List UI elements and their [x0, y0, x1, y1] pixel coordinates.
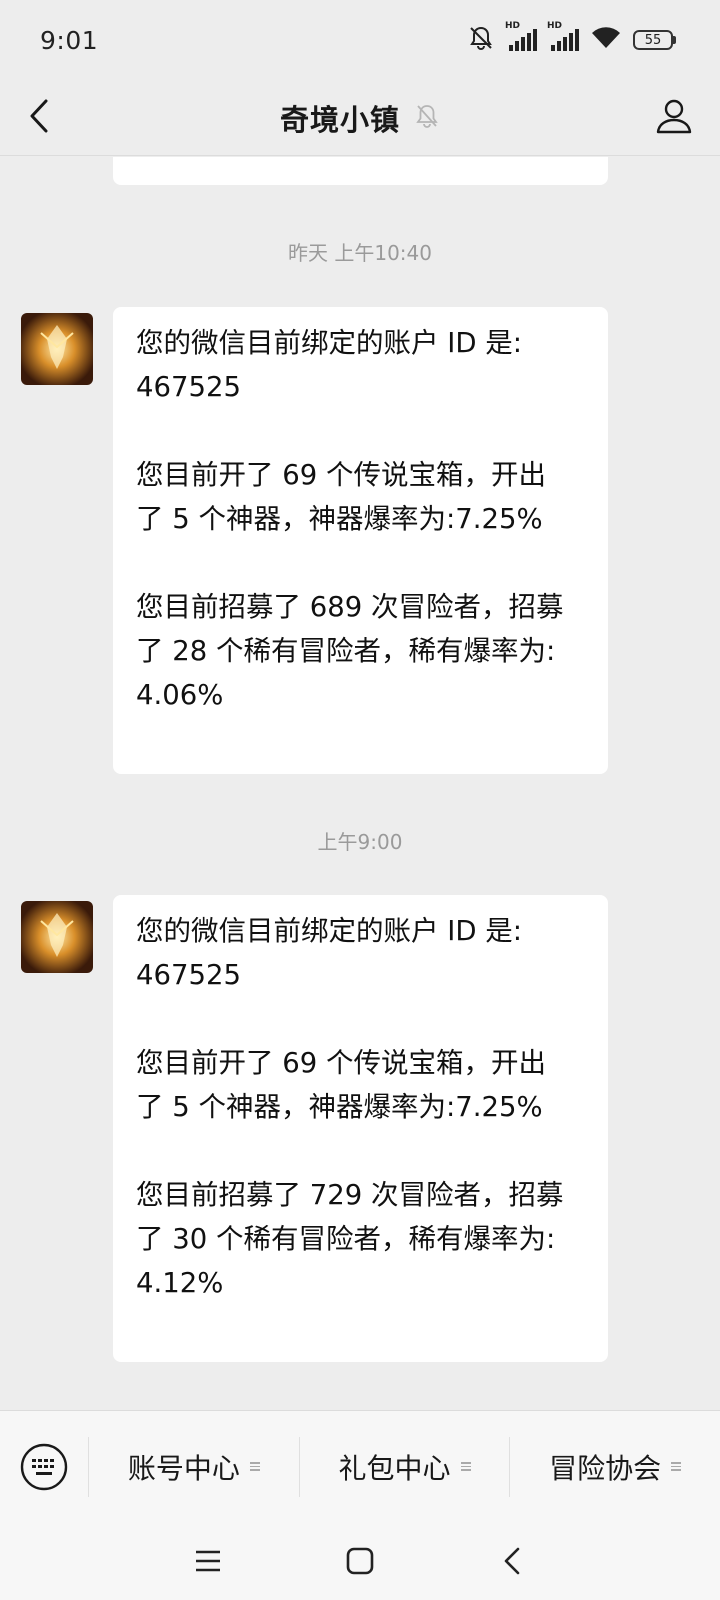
- avatar[interactable]: [21, 313, 93, 385]
- menu-label: 礼包中心: [338, 1451, 451, 1485]
- menu-label: 冒险协会: [549, 1451, 662, 1485]
- official-account-menu: 账号中心 礼包中心 冒险协会: [0, 1410, 720, 1522]
- signal-icon: HD: [505, 21, 537, 51]
- message-list[interactable]: 昨天 上午10:40 您的微信目前绑定的账户 ID 是: 467525 您目前开…: [0, 157, 720, 1410]
- status-icons: HD HD 55: [467, 21, 676, 56]
- system-navigation-bar: [0, 1522, 720, 1600]
- battery-level: 55: [633, 30, 673, 50]
- hd-label: HD: [547, 21, 563, 31]
- chevron-left-icon[interactable]: [26, 98, 52, 138]
- avatar[interactable]: [21, 901, 93, 973]
- keyboard-icon[interactable]: [0, 1411, 88, 1523]
- submenu-icon: [249, 1462, 260, 1471]
- person-icon[interactable]: [654, 96, 694, 140]
- message-bubble[interactable]: 您的微信目前绑定的账户 ID 是: 467525 您目前开了 69 个传说宝箱，…: [113, 307, 608, 774]
- signal-icon: HD: [547, 21, 579, 51]
- menu-adventure-guild[interactable]: 冒险协会: [509, 1436, 720, 1497]
- battery-icon: 55: [633, 30, 676, 50]
- menu-label: 账号中心: [127, 1451, 240, 1485]
- menu-icon[interactable]: [132, 1536, 284, 1586]
- message-bubble-previous: [113, 157, 608, 185]
- menu-account-center[interactable]: 账号中心: [88, 1436, 299, 1497]
- message-timestamp: 上午9:00: [317, 830, 403, 854]
- submenu-icon: [671, 1462, 682, 1471]
- wifi-icon: [591, 26, 621, 54]
- status-time: 9:01: [40, 25, 99, 55]
- submenu-icon: [460, 1462, 471, 1471]
- bell-off-icon: [414, 103, 440, 133]
- status-bar: 9:01 HD HD 55: [0, 0, 720, 80]
- mute-icon: [467, 24, 495, 56]
- message-bubble[interactable]: 您的微信目前绑定的账户 ID 是: 467525 您目前开了 69 个传说宝箱，…: [113, 895, 608, 1362]
- title-group: 奇境小镇: [280, 97, 440, 139]
- hd-label: HD: [505, 21, 521, 31]
- chat-header: 奇境小镇: [0, 80, 720, 156]
- back-icon[interactable]: [436, 1536, 588, 1586]
- home-icon[interactable]: [284, 1536, 436, 1586]
- message-timestamp: 昨天 上午10:40: [288, 241, 432, 265]
- page-title: 奇境小镇: [279, 102, 401, 137]
- menu-gift-center[interactable]: 礼包中心: [298, 1436, 510, 1497]
